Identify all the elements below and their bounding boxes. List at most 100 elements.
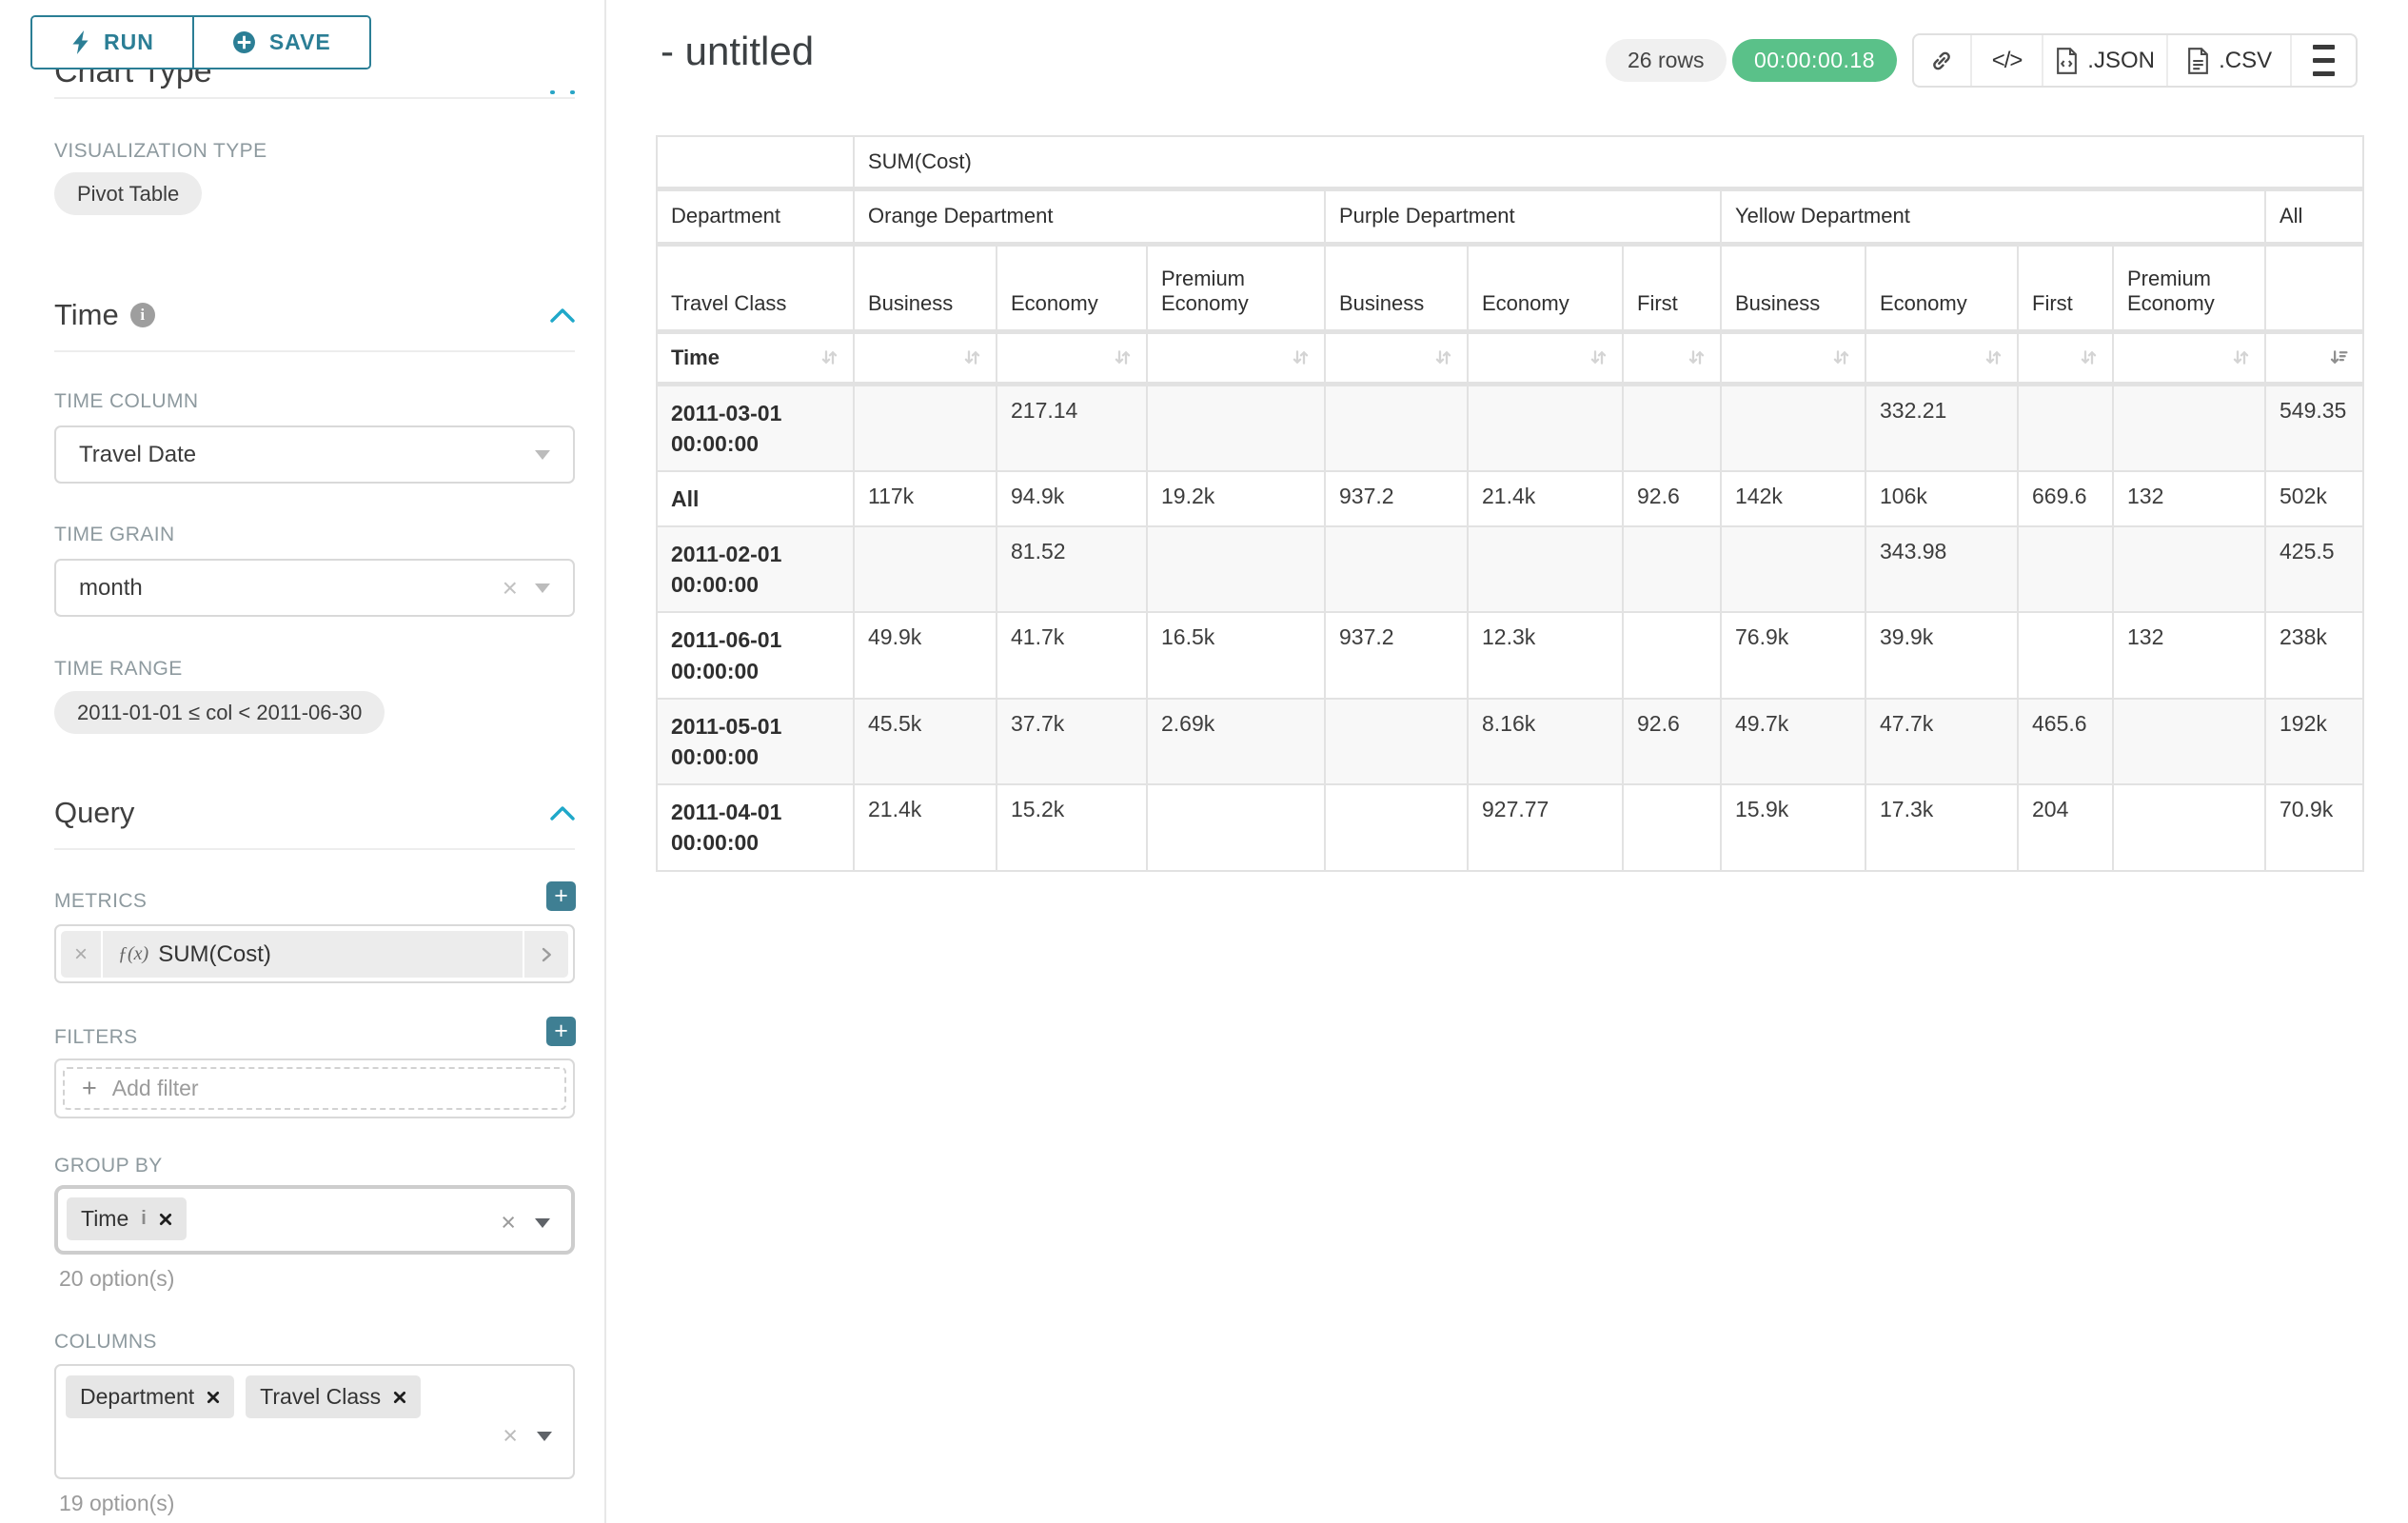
clear-all-icon[interactable]: ×: [503, 1423, 518, 1449]
sort-icon: [1291, 347, 1311, 367]
pivot-cell: [1325, 784, 1468, 870]
sort-header-cell[interactable]: [997, 331, 1147, 384]
add-metric-button[interactable]: +: [546, 881, 576, 911]
sort-header-cell[interactable]: [2113, 331, 2265, 384]
columns-tag-department[interactable]: Department: [66, 1375, 234, 1418]
pivot-cell: [2018, 612, 2113, 698]
pivot-cell: 49.7k: [1721, 699, 1865, 784]
pivot-cell: 192k: [2265, 699, 2363, 784]
pivot-cell: [1468, 384, 1623, 471]
col-header: First: [1623, 244, 1721, 331]
sort-header-cell[interactable]: [854, 331, 997, 384]
share-link-button[interactable]: [1914, 35, 1972, 86]
chevron-down-icon[interactable]: [537, 1432, 552, 1441]
code-icon: </>: [1992, 48, 2023, 74]
pivot-cell: 117k: [854, 471, 997, 526]
pivot-cell: 21.4k: [854, 784, 997, 870]
pivot-row-header: 2011-02-01 00:00:00: [657, 526, 854, 612]
pivot-cell: [1623, 526, 1721, 612]
pivot-cell: 16.5k: [1147, 612, 1325, 698]
pivot-cell: 502k: [2265, 471, 2363, 526]
department-dimension-header: Department: [657, 188, 854, 244]
chart-title[interactable]: - untitled: [661, 29, 814, 74]
sort-header-cell[interactable]: [2018, 331, 2113, 384]
more-options-button[interactable]: [2292, 35, 2356, 86]
pivot-cell: 937.2: [1325, 471, 1468, 526]
add-filter-plus-button[interactable]: +: [546, 1017, 576, 1046]
table-row: All 117k 94.9k 19.2k 937.2 21.4k 92.6 14…: [657, 471, 2363, 526]
pivot-cell: 39.9k: [1865, 612, 2018, 698]
pivot-cell: 94.9k: [997, 471, 1147, 526]
export-json-button[interactable]: .JSON: [2043, 35, 2167, 86]
sort-header-cell[interactable]: [1325, 331, 1468, 384]
columns-select[interactable]: Department Travel Class ×: [54, 1364, 575, 1479]
group-by-tag-time[interactable]: Time i: [67, 1197, 187, 1240]
sort-header-cell[interactable]: [1147, 331, 1325, 384]
clipped-chevron-dot: [570, 90, 575, 94]
export-csv-button[interactable]: .CSV: [2168, 35, 2292, 86]
group-by-select[interactable]: Time i ×: [54, 1185, 575, 1255]
table-row: 2011-04-01 00:00:00 21.4k 15.2k 927.77 1…: [657, 784, 2363, 870]
pivot-row-header: 2011-05-01 00:00:00: [657, 699, 854, 784]
view-query-button[interactable]: </>: [1972, 35, 2044, 86]
pivot-cell: [2113, 784, 2265, 870]
pivot-row-header: 2011-03-01 00:00:00: [657, 384, 854, 471]
sort-icon: [1433, 347, 1453, 367]
pivot-cell: [854, 384, 997, 471]
lightning-bolt-icon: [70, 30, 90, 54]
sort-header-cell[interactable]: [1721, 331, 1865, 384]
sort-descending-icon: [2329, 347, 2349, 367]
expand-metric-icon[interactable]: [523, 931, 568, 978]
sort-icon: [1113, 347, 1133, 367]
chevron-up-icon[interactable]: [550, 805, 575, 821]
sort-icon: [819, 347, 839, 367]
query-timer-badge: 00:00:00.18: [1732, 39, 1897, 82]
pivot-cell: [1623, 384, 1721, 471]
clear-icon[interactable]: ×: [503, 575, 518, 602]
visualization-type-pill[interactable]: Pivot Table: [54, 172, 202, 215]
chevron-up-icon[interactable]: [550, 307, 575, 323]
chevron-down-icon[interactable]: [535, 1218, 550, 1228]
chevron-down-icon: [535, 583, 550, 593]
remove-tag-icon[interactable]: [159, 1213, 172, 1226]
sort-header-cell[interactable]: [1623, 331, 1721, 384]
section-divider: [54, 97, 575, 99]
sort-header-cell[interactable]: [1468, 331, 1623, 384]
info-icon: i: [130, 303, 155, 327]
add-filter-button[interactable]: + Add filter: [63, 1067, 566, 1110]
col-header: Premium Economy: [2113, 244, 2265, 331]
remove-tag-icon[interactable]: [393, 1391, 406, 1404]
col-header: Business: [1325, 244, 1468, 331]
pivot-cell: 2.69k: [1147, 699, 1325, 784]
sort-header-time[interactable]: Time: [657, 331, 854, 384]
pivot-cell: 47.7k: [1865, 699, 2018, 784]
pivot-row-header: 2011-06-01 00:00:00: [657, 612, 854, 698]
table-row: 2011-06-01 00:00:00 49.9k 41.7k 16.5k 93…: [657, 612, 2363, 698]
pivot-cell: 21.4k: [1468, 471, 1623, 526]
time-column-select[interactable]: Travel Date: [54, 425, 575, 484]
pivot-cell: 70.9k: [2265, 784, 2363, 870]
sort-header-cell[interactable]: [1865, 331, 2018, 384]
row-count-badge: 26 rows: [1606, 39, 1727, 82]
remove-metric-icon[interactable]: ×: [61, 931, 103, 978]
pivot-cell: 937.2: [1325, 612, 1468, 698]
pivot-cell: 332.21: [1865, 384, 2018, 471]
pivot-cell: 8.16k: [1468, 699, 1623, 784]
pivot-cell: 81.52: [997, 526, 1147, 612]
pivot-cell: 343.98: [1865, 526, 2018, 612]
save-button[interactable]: SAVE: [192, 17, 369, 68]
clear-all-icon[interactable]: ×: [501, 1210, 516, 1236]
sort-header-cell-active[interactable]: [2265, 331, 2363, 384]
metric-pill[interactable]: × ƒ(x) SUM(Cost): [61, 931, 568, 978]
columns-tag-travel-class[interactable]: Travel Class: [246, 1375, 421, 1418]
time-range-pill[interactable]: 2011-01-01 ≤ col < 2011-06-30: [54, 691, 385, 734]
pivot-cell: 19.2k: [1147, 471, 1325, 526]
columns-label: COLUMNS: [54, 1331, 157, 1354]
col-header: Economy: [997, 244, 1147, 331]
run-button[interactable]: RUN: [32, 17, 192, 68]
sort-icon: [1984, 347, 2003, 367]
time-grain-select[interactable]: month ×: [54, 559, 575, 617]
col-header: Economy: [1865, 244, 2018, 331]
pivot-cell: 132: [2113, 612, 2265, 698]
remove-tag-icon[interactable]: [207, 1391, 220, 1404]
